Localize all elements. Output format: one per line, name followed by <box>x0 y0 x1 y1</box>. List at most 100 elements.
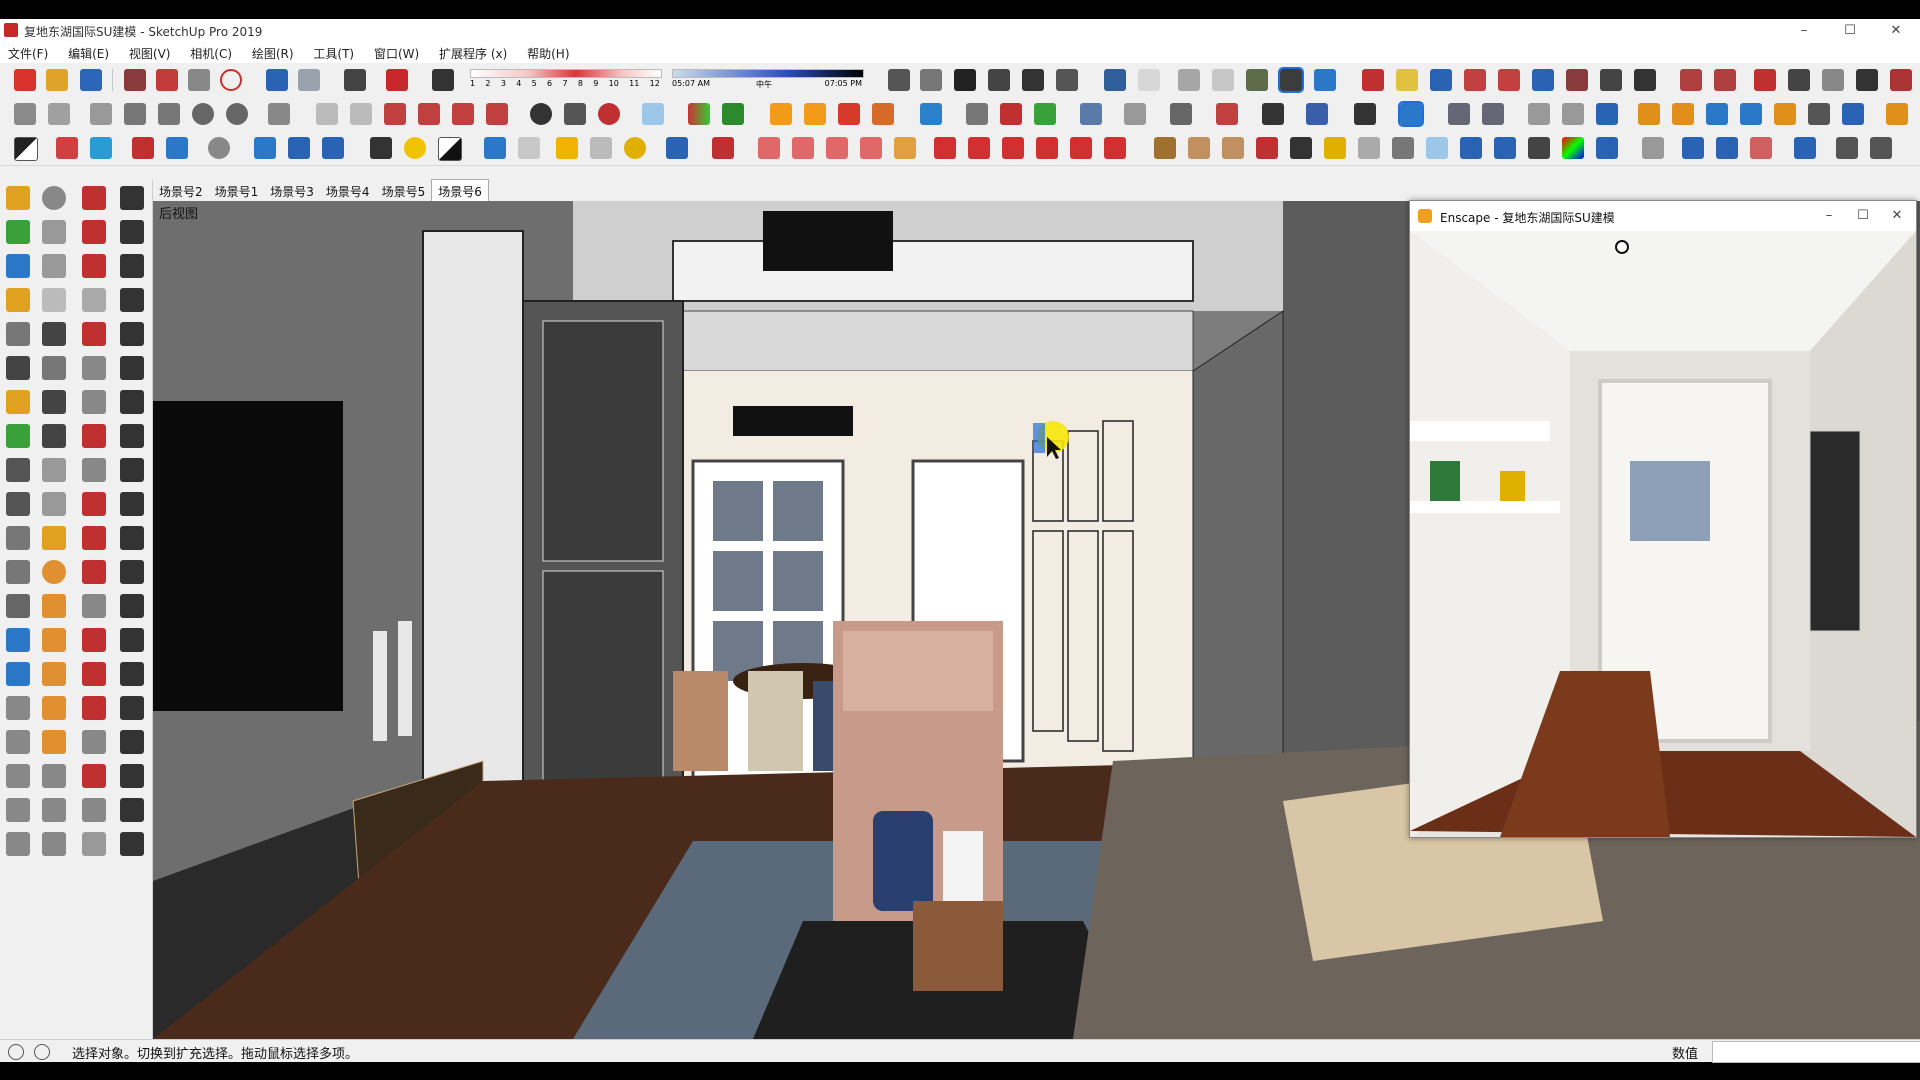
maximize-button[interactable]: ☐ <box>1827 19 1873 43</box>
tree-icon[interactable] <box>6 424 30 448</box>
rotate-icon[interactable] <box>82 390 106 414</box>
box-stack-icon[interactable] <box>82 798 106 822</box>
menu-view[interactable]: 视图(V) <box>121 43 179 62</box>
front-view-icon[interactable] <box>1178 69 1200 91</box>
document-alt-icon[interactable] <box>6 798 30 822</box>
arch-icon[interactable] <box>1104 137 1126 159</box>
hand-icon[interactable] <box>42 254 66 278</box>
enscape-window[interactable]: Enscape - 复地东湖国际SU建模 – ☐ ✕ <box>1409 200 1917 838</box>
sofa-icon[interactable] <box>42 764 66 788</box>
swirl-icon[interactable] <box>826 137 848 159</box>
footprints-icon[interactable] <box>1634 69 1656 91</box>
fe-icon[interactable] <box>1494 137 1516 159</box>
hexagon-icon[interactable] <box>556 137 578 159</box>
paste-icon[interactable] <box>188 69 210 91</box>
list-icon[interactable] <box>370 137 392 159</box>
tag-icon[interactable] <box>792 137 814 159</box>
curve-icon[interactable] <box>1124 103 1146 125</box>
shrink-icon[interactable] <box>322 137 344 159</box>
scene-tab-active[interactable]: 场景号6 <box>431 179 489 203</box>
section-plane-icon[interactable] <box>82 526 106 550</box>
cut-icon[interactable] <box>124 69 146 91</box>
circle-icon[interactable] <box>82 288 106 312</box>
scale-icon[interactable] <box>82 424 106 448</box>
slash-icon[interactable] <box>1036 137 1058 159</box>
menu-edit[interactable]: 编辑(E) <box>60 43 117 62</box>
texture-icon[interactable] <box>1714 69 1736 91</box>
rack-icon[interactable] <box>120 458 144 482</box>
square-icon[interactable] <box>484 137 506 159</box>
components-grid-icon[interactable] <box>666 137 688 159</box>
bottom-view-icon[interactable] <box>1314 69 1336 91</box>
component-icon[interactable] <box>1216 103 1238 125</box>
stair-icon[interactable] <box>120 186 144 210</box>
frame-icon[interactable] <box>1562 103 1584 125</box>
extrude-icon[interactable] <box>82 696 106 720</box>
wall-icon[interactable] <box>1740 103 1762 125</box>
gear-icon[interactable] <box>208 137 230 159</box>
house-icon[interactable] <box>1022 69 1044 91</box>
pot-icon[interactable] <box>42 220 66 244</box>
expand-icon[interactable] <box>288 137 310 159</box>
section-icon[interactable] <box>888 69 910 91</box>
link-icon[interactable] <box>120 526 144 550</box>
gear-orange-icon[interactable] <box>872 103 894 125</box>
copy-icon[interactable] <box>156 69 178 91</box>
stick-figure-icon[interactable] <box>120 424 144 448</box>
drop-icon[interactable] <box>1596 137 1618 159</box>
monitor-icon[interactable] <box>1856 69 1878 91</box>
layers-icon[interactable] <box>1642 137 1664 159</box>
chain-icon[interactable] <box>82 594 106 618</box>
arrow-bend-icon[interactable] <box>1188 137 1210 159</box>
fire-icon[interactable] <box>838 103 860 125</box>
move-icon[interactable] <box>82 356 106 380</box>
select-tool-icon[interactable] <box>1398 101 1424 127</box>
menu-tools[interactable]: 工具(T) <box>305 43 362 62</box>
tilt-icon[interactable] <box>120 730 144 754</box>
scene-tab[interactable]: 场景号1 <box>209 180 265 203</box>
left-view-icon[interactable] <box>1278 67 1304 93</box>
box-dark-icon[interactable] <box>1392 137 1414 159</box>
hexagon-outline-icon[interactable] <box>590 137 612 159</box>
fillet-icon[interactable] <box>82 628 106 652</box>
right-view-icon[interactable] <box>1212 69 1234 91</box>
num-icon[interactable] <box>1080 103 1102 125</box>
bridge-icon[interactable] <box>1290 137 1312 159</box>
home-icon[interactable] <box>954 69 976 91</box>
look-around-icon[interactable] <box>1600 69 1622 91</box>
mesh-icon[interactable] <box>1426 137 1448 159</box>
delete-icon[interactable] <box>220 69 242 91</box>
tree-icon[interactable] <box>1034 103 1056 125</box>
sun-icon[interactable] <box>894 137 916 159</box>
export-image-icon[interactable] <box>6 696 30 720</box>
dots-icon[interactable] <box>120 764 144 788</box>
diamond-outline-icon[interactable] <box>1750 137 1772 159</box>
select-arrow-icon[interactable] <box>1528 137 1550 159</box>
shadow-time-slider[interactable]: 05:07 AM 中午 07:05 PM <box>672 67 864 93</box>
bulb-icon[interactable] <box>404 137 426 159</box>
bezier-icon[interactable] <box>1306 103 1328 125</box>
target-icon[interactable] <box>624 137 646 159</box>
paint-icon[interactable] <box>90 103 112 125</box>
paint-icon[interactable] <box>6 254 30 278</box>
print-icon[interactable] <box>344 69 366 91</box>
save-icon[interactable] <box>80 69 102 91</box>
sliders-alt-icon[interactable] <box>6 560 30 584</box>
status-info-icon[interactable] <box>34 1044 50 1060</box>
stack-alt-icon[interactable] <box>120 662 144 686</box>
style-icon[interactable] <box>14 137 38 161</box>
cabinet-icon[interactable] <box>120 696 144 720</box>
tape-icon[interactable] <box>42 628 66 652</box>
fps-icon[interactable] <box>1460 137 1482 159</box>
badge-icon[interactable] <box>968 137 990 159</box>
top-view-icon[interactable] <box>1138 69 1160 91</box>
sundial-icon[interactable] <box>598 103 620 125</box>
previous-view-icon[interactable] <box>1532 69 1554 91</box>
solid-union-icon[interactable] <box>384 103 406 125</box>
walk-icon[interactable] <box>6 356 30 380</box>
dimension-icon[interactable] <box>82 492 106 516</box>
wave-line-icon[interactable] <box>120 798 144 822</box>
zoom-icon[interactable] <box>1430 69 1452 91</box>
sphere-icon[interactable] <box>42 730 66 754</box>
menu-file[interactable]: 文件(F) <box>0 43 56 62</box>
